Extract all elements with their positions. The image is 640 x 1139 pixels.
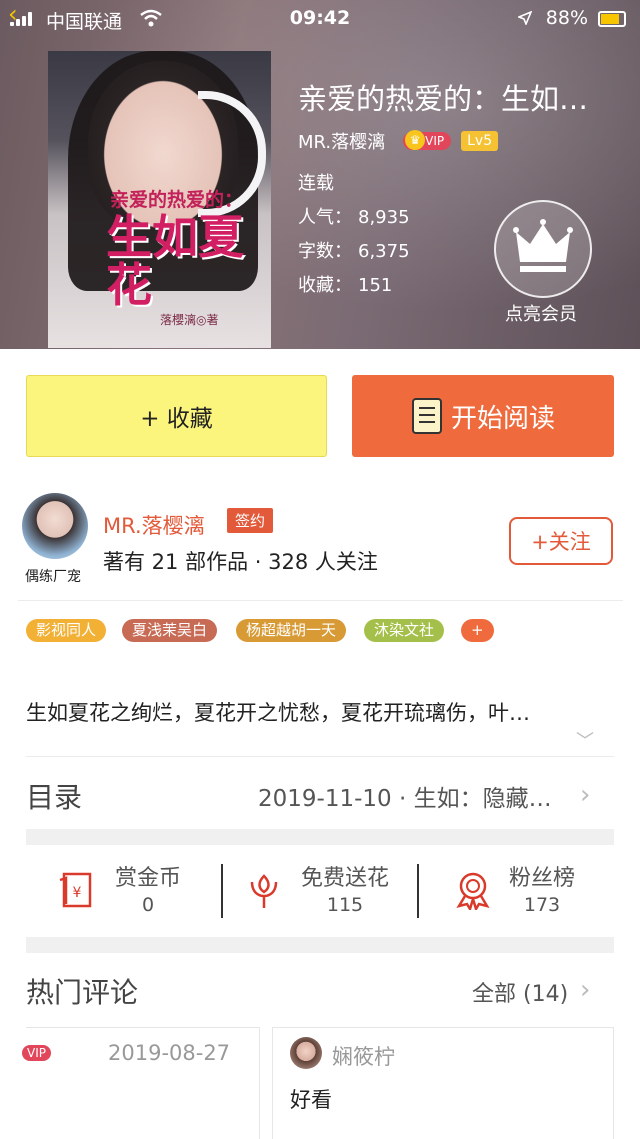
comment-text: 好看 (290, 1088, 332, 1112)
tag-chip[interactable]: 影视同人 (26, 619, 107, 642)
avatar-tag: 偶练厂宠 (18, 565, 88, 589)
location-arrow-icon (518, 11, 532, 25)
free-flowers[interactable]: 免费送花 115 (290, 860, 400, 916)
section-gap (26, 829, 614, 845)
word-count-row: 字数： 6,375 (298, 241, 410, 262)
battery-percent: 88% (545, 7, 588, 29)
commenter-avatar[interactable] (290, 1037, 322, 1069)
follow-button[interactable]: +关注 (509, 517, 613, 565)
tag-chip[interactable]: 沐染文社 (364, 619, 445, 642)
divider (18, 600, 623, 601)
reward-coins[interactable]: 赏金币 0 (106, 860, 190, 916)
member-crown-icon[interactable] (494, 200, 592, 298)
author-stats: 著有 21 部作品 · 328 人关注 (103, 550, 378, 574)
start-reading-button[interactable]: 开始阅读 (352, 375, 614, 457)
cover-author: 落櫻漓◎著 (160, 313, 219, 327)
red-envelope-icon[interactable]: ¥ (58, 870, 98, 910)
level-badge: Lv5 (461, 131, 499, 151)
author-avatar[interactable] (22, 493, 88, 559)
vip-badge: VIP (403, 130, 452, 150)
vip-badge: VIP (22, 1045, 51, 1061)
commenter-name[interactable]: 娴筱柠 (332, 1041, 395, 1071)
book-title: 亲爱的热爱的：生如… (298, 82, 589, 116)
flower-icon[interactable] (244, 870, 284, 910)
battery-icon (598, 11, 626, 27)
more-tags-button[interactable]: + (461, 619, 494, 642)
tag-chip[interactable]: 夏浅茉吴白 (122, 619, 218, 642)
start-reading-label: 开始阅读 (450, 403, 555, 434)
book-description[interactable]: 生如夏花之绚烂，夏花开之忧愁，夏花开琉璃伤，叶… (26, 697, 616, 727)
book-cover[interactable]: 亲爱的热爱的： 生如夏花 落櫻漓◎著 (48, 51, 271, 348)
cover-title: 生如夏花 (106, 210, 244, 312)
divider (417, 864, 419, 918)
section-gap (26, 937, 614, 953)
author-name[interactable]: MR.落樱漓 (103, 510, 205, 540)
hot-comments-label: 热门评论 (26, 976, 139, 1009)
signed-badge: 签约 (227, 508, 274, 533)
svg-text:¥: ¥ (73, 885, 82, 901)
cover-title-top: 亲爱的热爱的： (110, 189, 244, 211)
book-status: 连载 (298, 173, 334, 194)
toc-label[interactable]: 目录 (26, 776, 82, 816)
divider (26, 756, 614, 757)
toc-latest-chapter[interactable]: 2019-11-10 · 生如：隐藏… (258, 779, 552, 813)
chevron-right-icon[interactable]: › (580, 975, 590, 1005)
tag-chip[interactable]: 杨超越胡一天 (236, 619, 347, 642)
expand-chevron-icon[interactable]: ﹀ (576, 727, 594, 753)
member-label[interactable]: 点亮会员 (490, 300, 592, 326)
comment-date: 2019-08-27 (108, 1041, 231, 1065)
header-author-line: MR.落樱漓 VIP Lv5 (298, 128, 499, 154)
divider (221, 864, 223, 918)
book-header: ‹ 中国联通 09:42 88% 亲爱的热爱的： 生如夏花 落櫻漓◎著 亲爱的热… (0, 0, 640, 349)
collect-button[interactable]: + 收藏 (26, 375, 327, 457)
all-comments-link[interactable]: 全部 (14) (472, 976, 568, 1008)
book-icon (411, 398, 442, 434)
fan-ranking[interactable]: 粉丝榜 173 (500, 860, 584, 916)
clock: 09:42 (289, 7, 351, 29)
medal-icon[interactable] (453, 870, 493, 910)
status-bar: ‹ 中国联通 09:42 88% (0, 0, 640, 38)
header-author-name[interactable]: MR.落樱漓 (298, 128, 385, 154)
comment-card[interactable] (272, 1027, 614, 1139)
popularity-row: 人气： 8,935 (298, 207, 410, 228)
chevron-right-icon[interactable]: › (580, 780, 590, 810)
favorites-row: 收藏： 151 (298, 275, 393, 296)
